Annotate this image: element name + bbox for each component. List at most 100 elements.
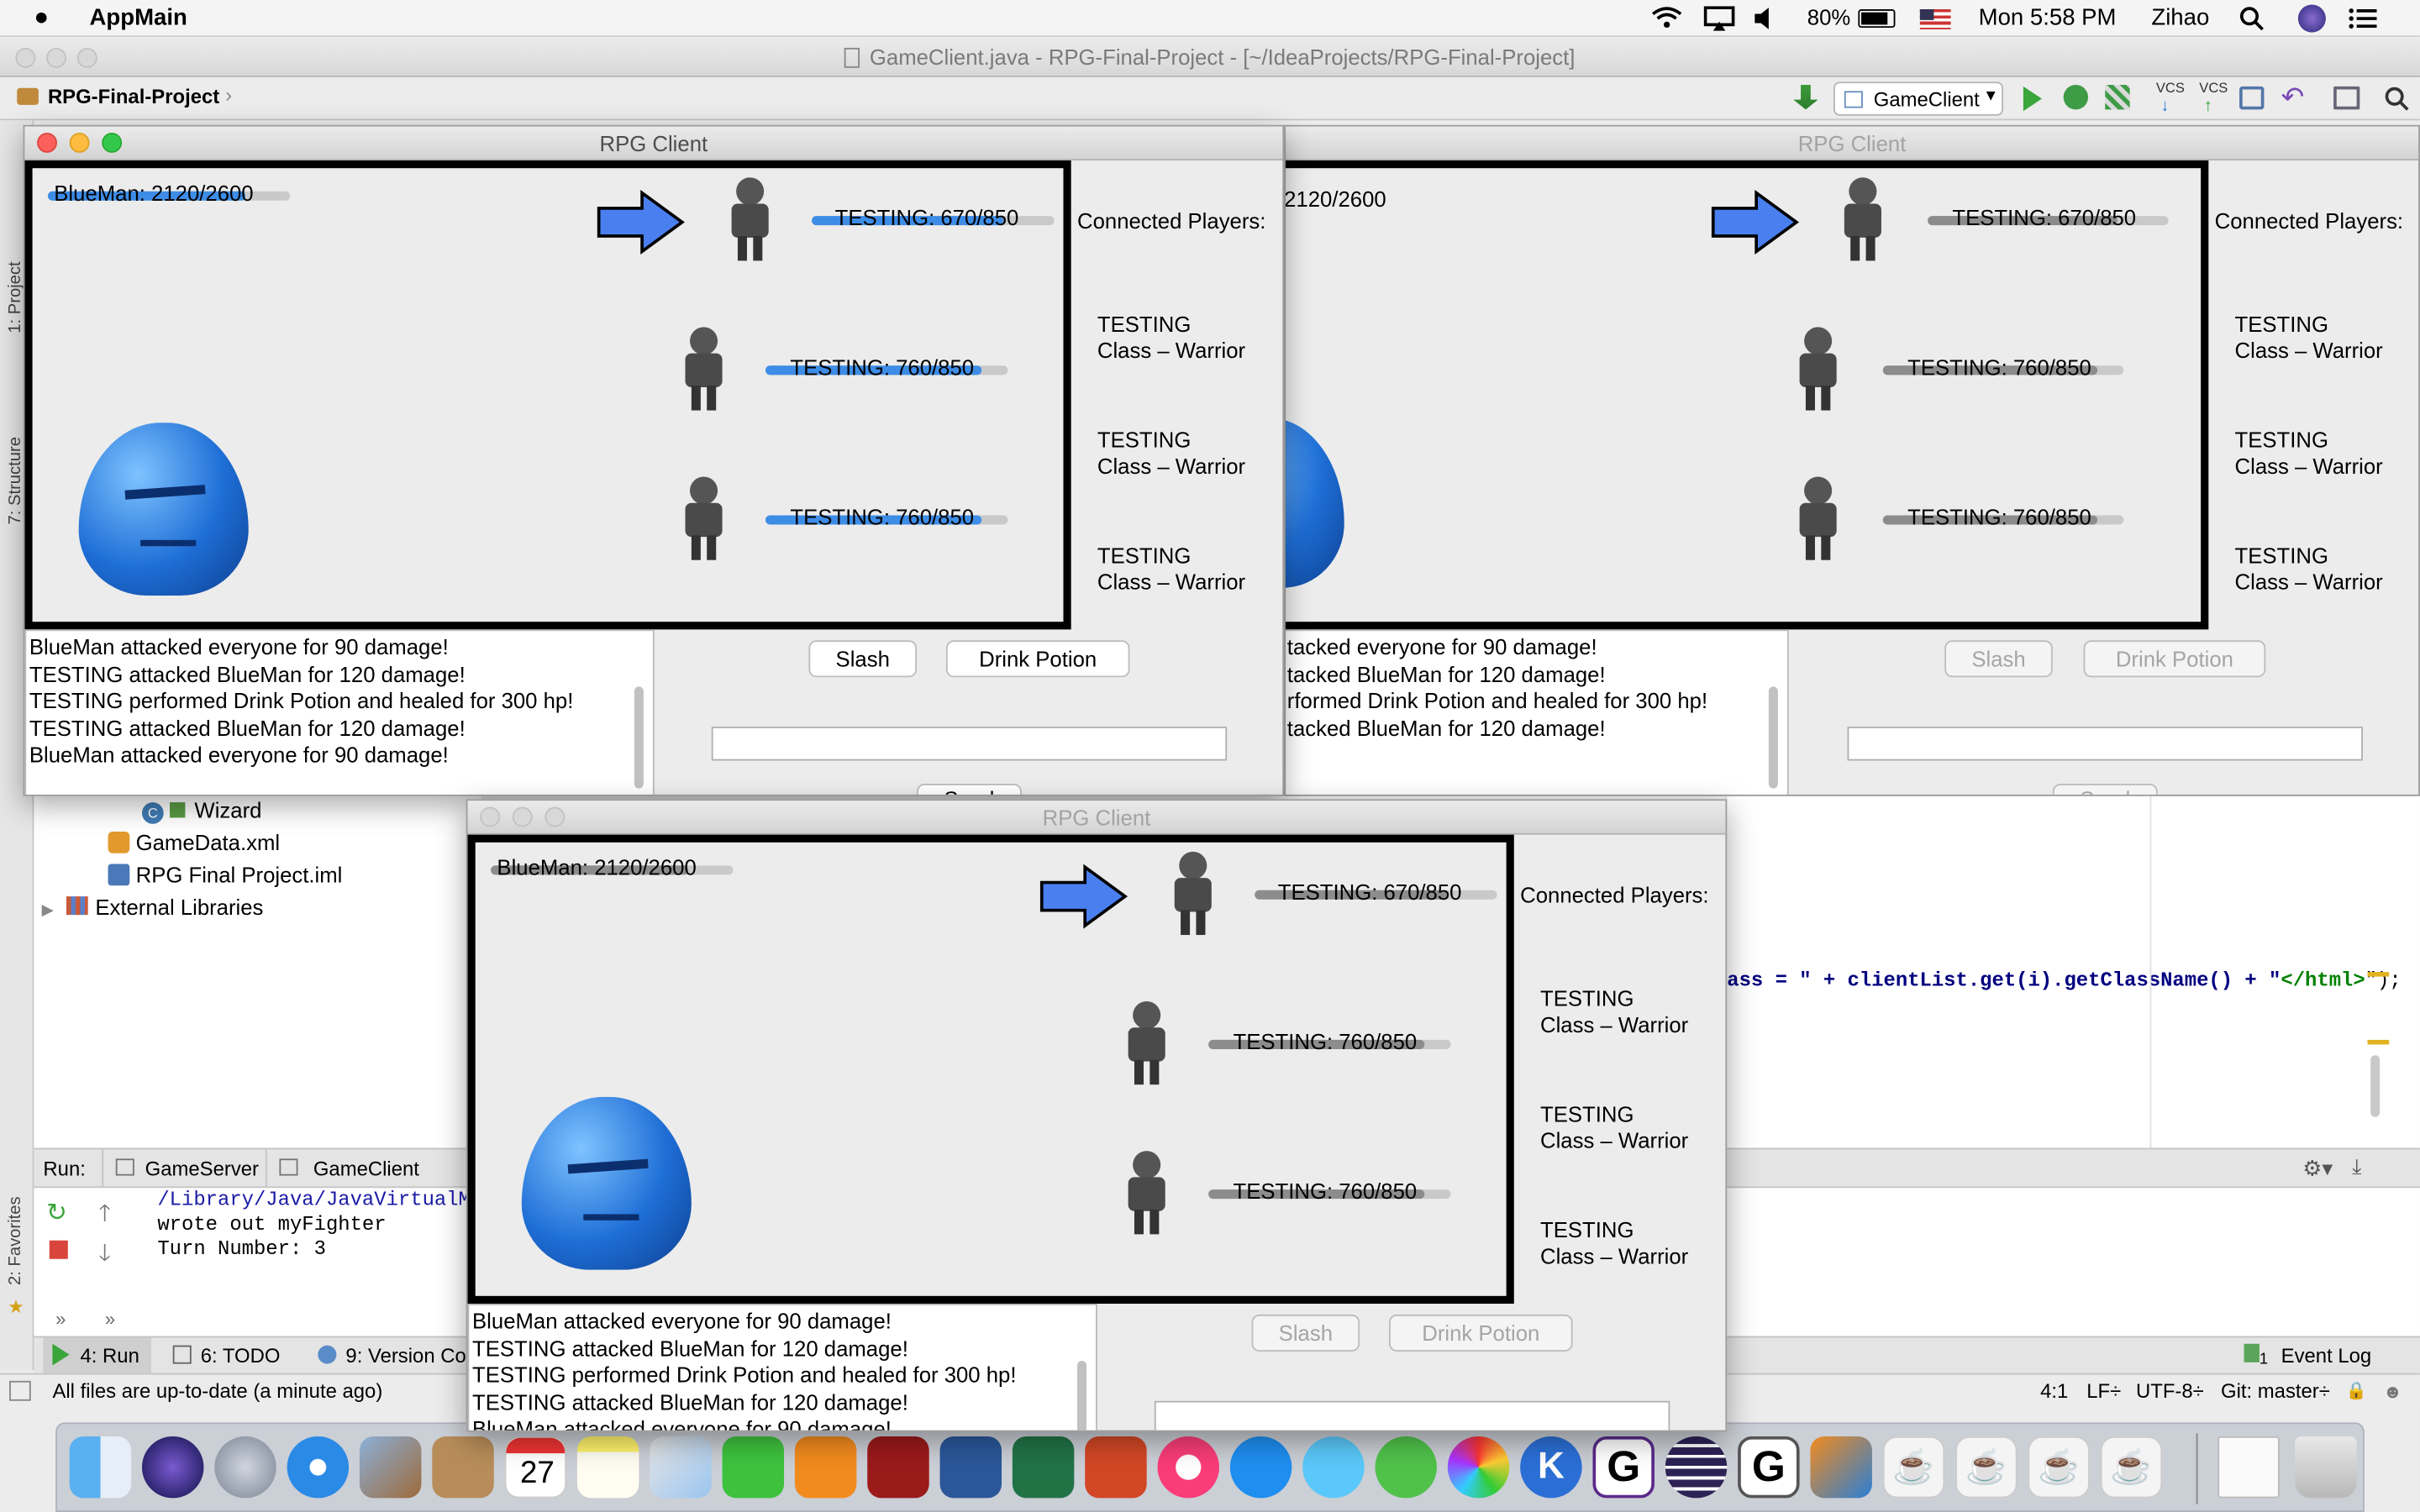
launchpad-icon[interactable] [214,1436,276,1499]
document-icon[interactable] [2217,1436,2280,1499]
inspector-icon[interactable]: ☻ [2383,1381,2402,1403]
send-button[interactable]: Send [2052,784,2158,795]
finder-icon[interactable] [69,1436,132,1499]
tab-run[interactable]: 4: Run [43,1337,151,1373]
tab-gameclient[interactable]: GameClient [265,1149,429,1187]
git-branch[interactable]: Git: master÷ [2221,1379,2330,1403]
eclipse-icon[interactable] [1665,1436,1728,1499]
log-scrollbar[interactable] [1077,1360,1087,1431]
project-tool-tab[interactable]: 1: Project [6,261,24,333]
build-icon[interactable] [1793,85,1818,110]
java-icon[interactable]: ☕ [1882,1436,1945,1499]
notification-center-icon[interactable] [2349,8,2377,29]
java-icon[interactable]: ☕ [2100,1436,2163,1499]
history-icon[interactable] [2239,86,2265,110]
close-button[interactable] [15,47,36,68]
siri-icon[interactable] [2297,4,2326,33]
minimize-button[interactable] [69,132,90,153]
slash-button[interactable]: Slash [808,640,917,678]
close-button[interactable] [37,132,57,153]
contacts-icon[interactable] [432,1436,494,1499]
caret-position[interactable]: 4:1 [2040,1379,2068,1403]
game-client-icon[interactable]: G [1592,1436,1655,1499]
app-menu[interactable]: AppMain [90,5,187,31]
powerpoint-icon[interactable] [1085,1436,1147,1499]
tree-item-iml[interactable]: RPG Final Project.iml [108,863,342,887]
chat-input[interactable] [1154,1400,1670,1431]
itunes-icon[interactable] [1157,1436,1219,1499]
structure-tool-tab[interactable]: 7: Structure [6,437,24,524]
battery-icon[interactable] [1858,9,1896,29]
more-icon[interactable]: » [105,1309,115,1331]
log-scrollbar[interactable] [634,686,644,789]
search-icon[interactable] [2385,87,2409,111]
airplay-icon[interactable] [1703,6,1735,31]
chat-input[interactable] [1847,727,2363,761]
word-icon[interactable] [939,1436,1002,1499]
project-breadcrumb[interactable]: RPG-Final-Project [48,85,219,108]
app-store-icon[interactable] [1229,1436,1292,1499]
project-structure-icon[interactable] [2333,86,2360,110]
safari-icon[interactable] [287,1436,350,1499]
siri-icon[interactable] [141,1436,204,1499]
spotlight-icon[interactable] [2239,6,2264,31]
facetime-icon[interactable] [722,1436,785,1499]
chat-input[interactable] [711,727,1228,761]
minimize-button[interactable] [512,806,533,827]
window-title[interactable]: RPG Client [24,126,1283,161]
file-encoding[interactable]: UTF-8÷ [2136,1379,2204,1403]
revert-icon[interactable]: ↶ [2281,81,2305,114]
minimize-button[interactable] [46,47,66,68]
game-server-icon[interactable]: G [1738,1436,1800,1499]
mail-icon[interactable] [359,1436,422,1499]
calendar-icon[interactable]: 27 [504,1436,567,1499]
kindle-icon[interactable]: K [1520,1436,1582,1499]
tool-window-toggle-icon[interactable] [9,1380,31,1401]
tab-gameserver[interactable]: GameServer [102,1149,266,1187]
intellij-icon[interactable] [1810,1436,1872,1499]
ibooks-icon[interactable] [794,1436,857,1499]
more-icon[interactable]: » [55,1309,66,1331]
warning-marker[interactable] [2367,972,2390,977]
up-arrow-icon[interactable]: 🡑 [99,1197,111,1236]
drink-potion-button[interactable]: Drink Potion [2083,640,2266,678]
run-config-select[interactable]: GameClient ▼ [1833,81,2004,116]
zoom-button[interactable] [544,806,566,827]
battle-log[interactable]: BlueMan attacked everyone for 90 damage!… [24,629,655,795]
wechat-icon[interactable] [1375,1436,1437,1499]
preview-icon[interactable] [650,1436,712,1499]
battle-log[interactable]: BlueMan attacked everyone for 90 damage!… [467,1304,1097,1431]
photo-booth-icon[interactable] [867,1436,929,1499]
gear-icon[interactable]: ⚙▾ [2302,1156,2333,1182]
log-scrollbar[interactable] [1768,686,1778,789]
down-arrow-icon[interactable]: 🡓 [99,1237,111,1276]
volume-icon[interactable] [1753,8,1777,29]
tab-todo[interactable]: 6: TODO [170,1337,299,1373]
java-icon[interactable]: ☕ [1955,1436,2018,1499]
hide-panel-icon[interactable]: ⤓ [2352,1154,2361,1180]
tree-item-wizard[interactable]: C Wizard [141,798,261,824]
zoom-button[interactable] [102,132,123,153]
battle-log[interactable]: tacked everyone for 90 damage! tacked Bl… [1285,629,1789,795]
window-title[interactable]: RPG Client [1285,126,2419,161]
window-title[interactable]: RPG Client [467,801,1726,835]
editor-scrollbar[interactable] [2370,1055,2381,1117]
drink-potion-button[interactable]: Drink Potion [945,640,1130,678]
user-name[interactable]: Zihao [2151,5,2209,31]
apple-icon[interactable]: ● [34,5,49,33]
rerun-icon[interactable]: ↻ [46,1197,67,1228]
vcs-update-label[interactable]: VCS [2156,81,2185,96]
vcs-commit-icon[interactable]: ↑ [2204,97,2212,116]
run-icon[interactable] [2023,86,2042,112]
photos-icon[interactable] [1447,1436,1510,1499]
java-icon[interactable]: ☕ [2028,1436,2090,1499]
slash-button[interactable]: Slash [1944,640,2053,678]
drink-potion-button[interactable]: Drink Potion [1389,1314,1573,1352]
coverage-icon[interactable] [2105,85,2130,110]
debug-icon[interactable] [2063,85,2089,110]
flag-icon[interactable] [1919,9,1951,29]
wifi-icon[interactable] [1651,6,1682,29]
messages-icon[interactable] [1302,1436,1365,1499]
close-button[interactable] [480,806,501,827]
vcs-commit-label[interactable]: VCS [2199,81,2228,96]
